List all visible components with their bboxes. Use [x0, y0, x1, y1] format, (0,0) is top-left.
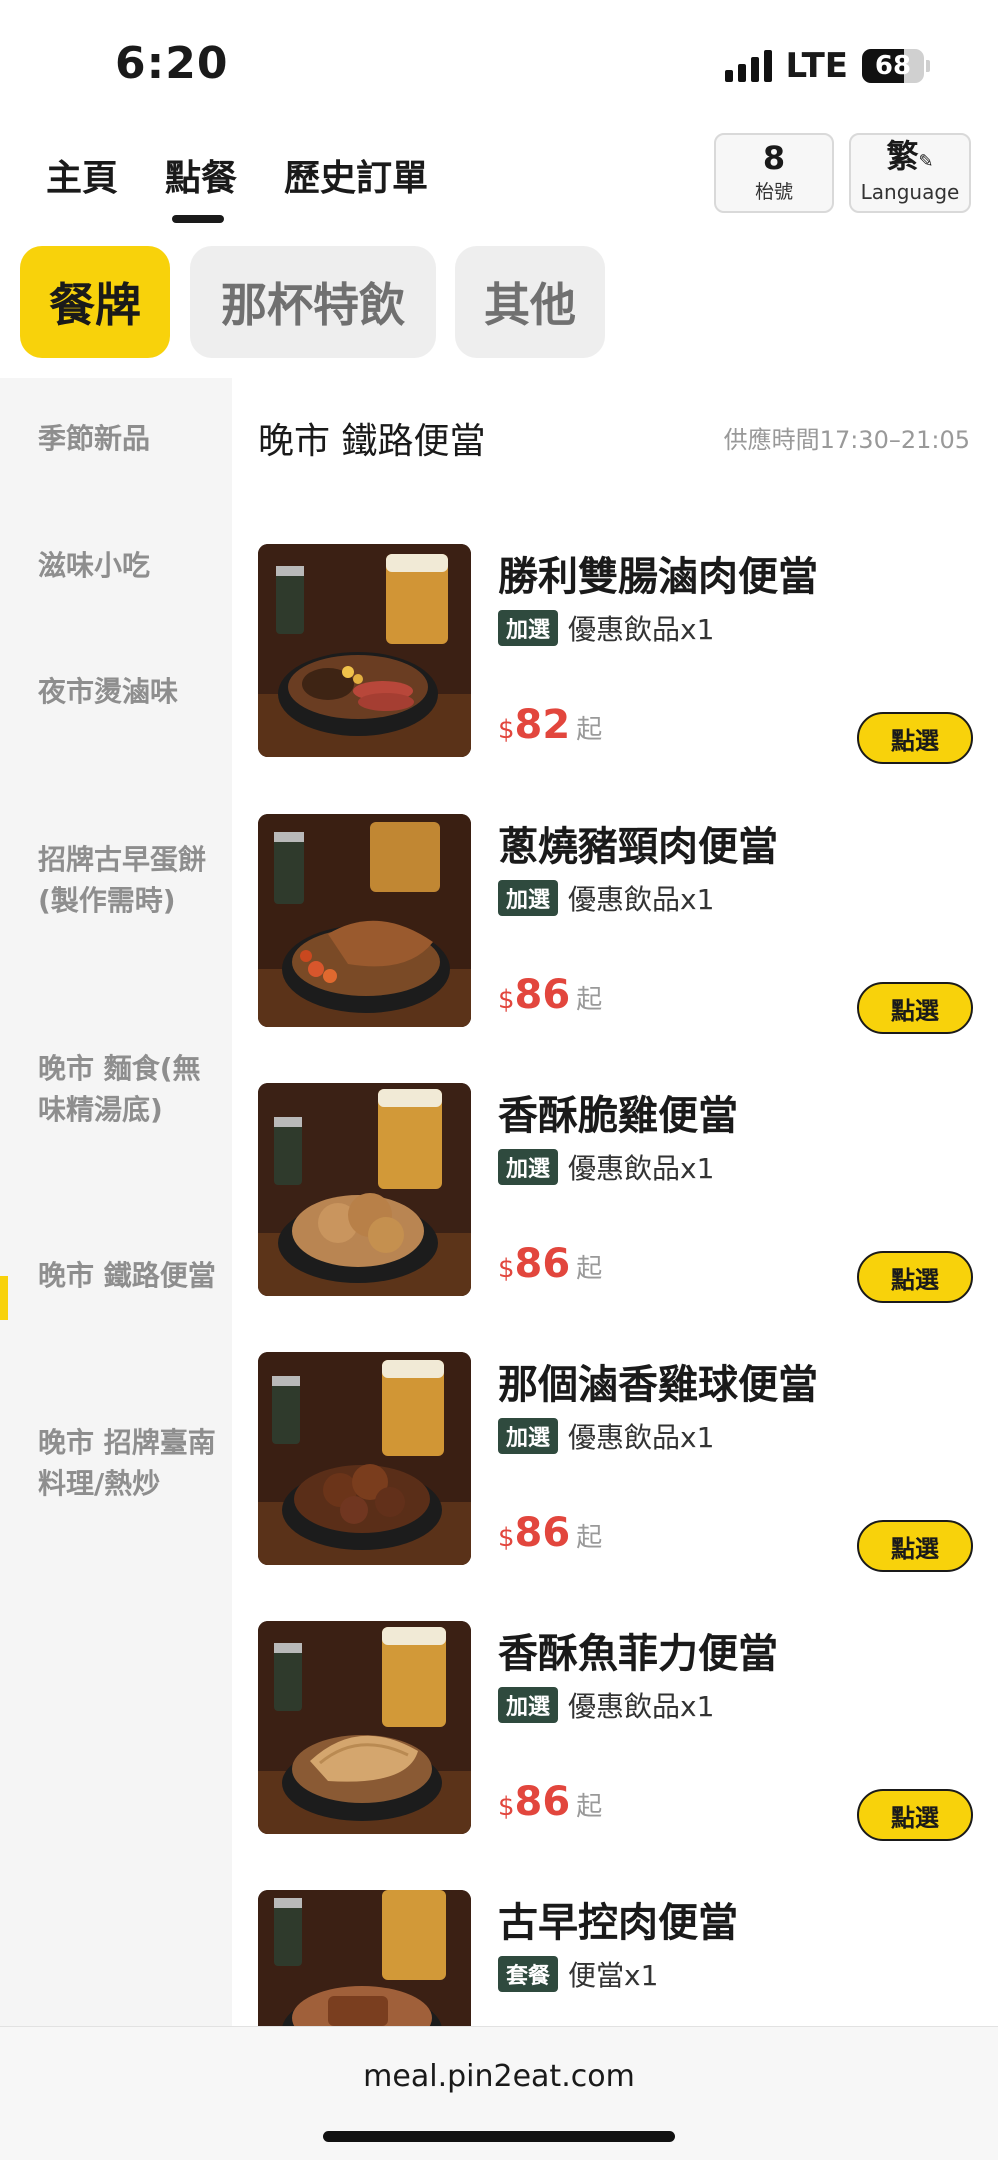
food-photo: [258, 544, 471, 757]
food-photo: [258, 1352, 471, 1565]
home-indicator[interactable]: [323, 2131, 675, 2142]
item-price: $86 起: [498, 1779, 603, 1825]
tab-home[interactable]: 主頁: [46, 149, 118, 201]
food-photo: [258, 1890, 471, 2026]
food-photo: [258, 1621, 471, 1834]
item-badge-text: 便當x1: [568, 1959, 659, 1992]
menu-item[interactable]: 蔥燒豬頸肉便當 加選 優惠飲品x1 $86 起 點選: [258, 814, 973, 1034]
section-title: 晚市 鐵路便當: [258, 421, 486, 462]
select-button[interactable]: 點選: [857, 982, 973, 1034]
menu-item[interactable]: 勝利雙腸滷肉便當 加選 優惠飲品x1 $82 起 點選: [258, 544, 973, 764]
item-name: 蔥燒豬頸肉便當: [498, 824, 778, 870]
menu-item[interactable]: 古早控肉便當 套餐 便當x1: [258, 1890, 973, 2026]
item-badge-text: 優惠飲品x1: [568, 613, 715, 646]
item-name: 那個滷香雞球便當: [498, 1362, 818, 1408]
sidebar-item-night-market-braised[interactable]: 夜市燙滷味: [38, 671, 218, 712]
menu-item[interactable]: 香酥脆雞便當 加選 優惠飲品x1 $86 起 點選: [258, 1083, 973, 1303]
item-name: 香酥魚菲力便當: [498, 1631, 778, 1677]
sidebar-item-seasonal[interactable]: 季節新品: [38, 418, 218, 459]
select-button[interactable]: 點選: [857, 1251, 973, 1303]
language-label: Language: [860, 180, 960, 204]
battery-icon: 68: [862, 49, 930, 83]
tab-order[interactable]: 點餐: [165, 149, 237, 201]
service-hours: 供應時間17:30–21:05: [723, 426, 970, 454]
item-badge: 加選: [498, 1418, 559, 1454]
sidebar-item-egg-pancake[interactable]: 招牌古早蛋餅(製作需時): [38, 839, 218, 921]
tab-order-history[interactable]: 歷史訂單: [284, 149, 428, 201]
url-text: meal.pin2eat.com: [363, 2059, 635, 2094]
status-icons: LTE 68: [724, 46, 930, 86]
item-name: 勝利雙腸滷肉便當: [498, 554, 818, 600]
battery-level: 68: [874, 51, 912, 81]
category-drinks[interactable]: 那杯特飲: [190, 246, 436, 358]
item-badge: 加選: [498, 880, 559, 916]
browser-url-bar[interactable]: meal.pin2eat.com: [0, 2026, 998, 2160]
item-name: 古早控肉便當: [498, 1900, 738, 1946]
item-badge-text: 優惠飲品x1: [568, 1690, 715, 1723]
item-badge: 加選: [498, 610, 559, 646]
active-tab-indicator: [172, 215, 224, 223]
menu-item[interactable]: 那個滷香雞球便當 加選 優惠飲品x1 $86 起 點選: [258, 1352, 973, 1572]
sidebar-item-noodles[interactable]: 晚市 麵食(無味精湯底): [38, 1048, 218, 1130]
table-number-box: 8 枱號: [714, 133, 834, 213]
select-button[interactable]: 點選: [857, 1789, 973, 1841]
language-current: 繁: [886, 137, 919, 175]
item-badge: 套餐: [498, 1956, 559, 1992]
menu-item[interactable]: 香酥魚菲力便當 加選 優惠飲品x1 $86 起 點選: [258, 1621, 973, 1841]
category-sidebar: 季節新品 滋味小吃 夜市燙滷味 招牌古早蛋餅(製作需時) 晚市 麵食(無味精湯底…: [0, 378, 232, 2026]
category-others[interactable]: 其他: [455, 246, 605, 358]
table-number: 8: [762, 139, 786, 177]
item-badge-text: 優惠飲品x1: [568, 1421, 715, 1454]
table-number-label: 枱號: [754, 181, 793, 203]
edit-pencil-icon: ✎: [918, 151, 934, 172]
sidebar-item-tainan-dishes[interactable]: 晚市 招牌臺南料理/熱炒: [38, 1422, 218, 1504]
item-price: $82 起: [498, 702, 603, 748]
network-type: LTE: [785, 46, 848, 86]
item-price: $86 起: [498, 1241, 603, 1287]
cellular-signal-icon: [724, 50, 772, 82]
item-price: $86 起: [498, 1510, 603, 1556]
food-photo: [258, 1083, 471, 1296]
status-bar: 6:20 LTE 68: [0, 0, 998, 125]
item-name: 香酥脆雞便當: [498, 1093, 738, 1139]
item-badge: 加選: [498, 1149, 559, 1185]
category-menu[interactable]: 餐牌: [20, 246, 170, 358]
item-badge: 加選: [498, 1687, 559, 1723]
status-time: 6:20: [115, 38, 229, 89]
select-button[interactable]: 點選: [857, 1520, 973, 1572]
item-badge-text: 優惠飲品x1: [568, 883, 715, 916]
item-badge-text: 優惠飲品x1: [568, 1152, 715, 1185]
active-category-indicator: [0, 1276, 8, 1320]
item-price: $86 起: [498, 972, 603, 1018]
sidebar-item-snacks[interactable]: 滋味小吃: [38, 545, 218, 586]
sidebar-item-railway-bento[interactable]: 晚市 鐵路便當: [38, 1255, 218, 1296]
top-nav: 主頁 點餐 歷史訂單 8 枱號 繁✎ Language: [0, 125, 998, 235]
language-button[interactable]: 繁✎ Language: [849, 133, 971, 213]
food-photo: [258, 814, 471, 1027]
select-button[interactable]: 點選: [857, 712, 973, 764]
